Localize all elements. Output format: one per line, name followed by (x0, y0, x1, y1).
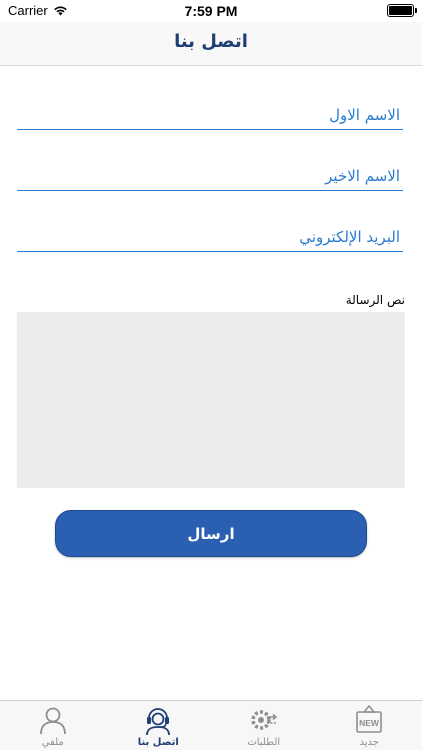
tab-new-label: جديد (359, 737, 379, 748)
tab-contact-us[interactable]: اتصل بنا (106, 701, 212, 750)
new-badge-icon: NEW (356, 704, 383, 733)
navigation-bar: اتصل بنا (0, 22, 422, 66)
first-name-input[interactable] (17, 100, 403, 129)
message-label: نص الرسالة (345, 293, 405, 307)
first-name-field[interactable] (17, 100, 403, 130)
svg-text:NEW: NEW (359, 718, 380, 728)
tab-bar: ملفي اتصل بنا الطلبات NEW جديد (0, 700, 422, 750)
message-textarea[interactable] (17, 312, 405, 488)
page-title: اتصل بنا (174, 31, 248, 52)
status-bar: Carrier 7:59 PM (0, 0, 422, 22)
tab-new[interactable]: NEW جديد (317, 701, 422, 750)
email-field[interactable] (17, 222, 403, 252)
tab-profile[interactable]: ملفي (0, 701, 106, 750)
tab-contact-us-label: اتصل بنا (137, 737, 179, 748)
battery-icon (387, 4, 417, 17)
tab-orders[interactable]: الطلبات (211, 701, 317, 750)
orders-gear-icon (251, 710, 277, 730)
support-agent-icon (146, 708, 171, 736)
last-name-input[interactable] (17, 161, 403, 190)
send-button[interactable]: ارسال (55, 510, 367, 557)
profile-icon (39, 707, 66, 735)
email-input[interactable] (17, 222, 403, 251)
tab-orders-label: الطلبات (247, 737, 281, 748)
status-time: 7:59 PM (184, 3, 238, 19)
tab-profile-label: ملفي (41, 737, 64, 748)
last-name-field[interactable] (17, 161, 403, 191)
